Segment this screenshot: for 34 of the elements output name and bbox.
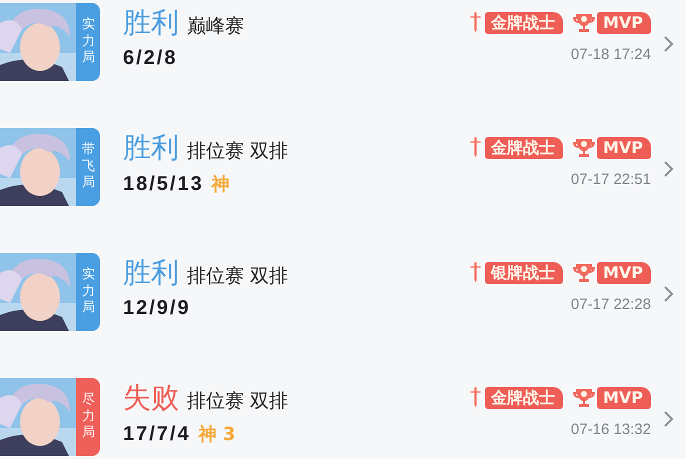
sword-icon (468, 11, 483, 34)
result-label: 胜利 (123, 130, 179, 166)
chevron-right-icon (663, 160, 674, 178)
trophy-icon (572, 387, 595, 408)
kda-score: 17/7/4 (123, 423, 191, 446)
tag-label: 带飞局 (76, 128, 100, 206)
chevron-right-icon (663, 285, 674, 303)
chevron-right-icon (663, 35, 674, 53)
trophy-icon (572, 12, 595, 33)
mode-label: 巅峰赛 (187, 14, 244, 39)
honor-label: 神 3 (198, 423, 236, 446)
kda-score: 6/2/8 (123, 47, 178, 70)
sword-icon (468, 386, 483, 409)
trophy-icon (572, 262, 595, 283)
trophy-icon (572, 137, 595, 158)
tag-label: 实力局 (76, 3, 100, 81)
match-time: 07-17 22:28 (570, 296, 651, 313)
sword-icon (468, 136, 483, 159)
tag-label: 实力局 (76, 253, 100, 331)
kda-score: 18/5/13 (123, 173, 204, 196)
tag-label: 尽力局 (76, 378, 100, 456)
result-label: 失败 (123, 380, 179, 416)
sword-icon (468, 261, 483, 284)
chevron-right-icon (663, 410, 674, 428)
mode-label: 排位赛 双排 (187, 264, 288, 289)
result-label: 胜利 (123, 5, 179, 41)
honor-label: 神 (212, 173, 230, 196)
result-label: 胜利 (123, 255, 179, 291)
match-time: 07-18 17:24 (570, 46, 651, 63)
mode-label: 排位赛 双排 (187, 389, 288, 414)
match-time: 07-16 13:32 (570, 421, 651, 438)
kda-score: 12/9/9 (123, 297, 191, 320)
match-time: 07-17 22:51 (570, 171, 651, 188)
mode-label: 排位赛 双排 (187, 139, 288, 164)
